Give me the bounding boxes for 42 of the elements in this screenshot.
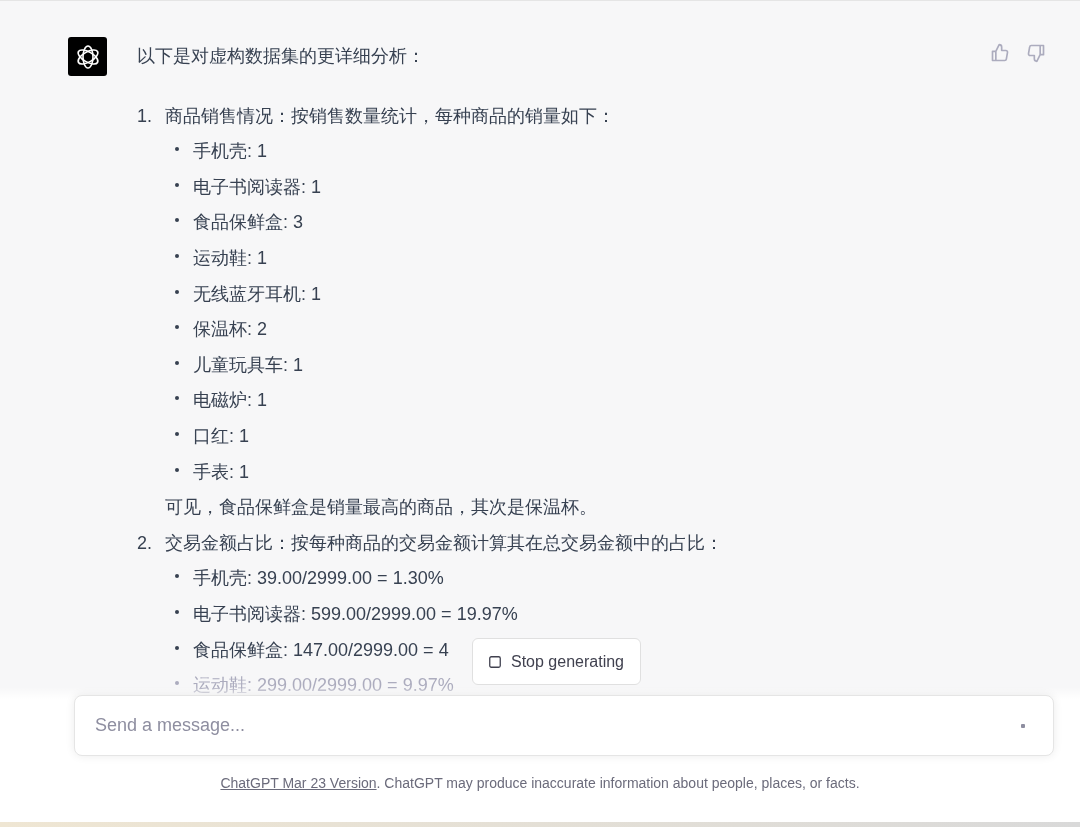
list-item: 手机壳: 39.00/2999.00 = 1.30% xyxy=(193,567,444,591)
list-item: 无线蓝牙耳机: 1 xyxy=(193,282,321,306)
bullet-icon xyxy=(175,325,179,330)
bullet-icon xyxy=(175,681,179,686)
bullet-icon xyxy=(175,218,179,223)
list-item: 手机壳: 1 xyxy=(193,140,267,164)
list-item: 运动鞋: 299.00/2999.00 = 9.97% xyxy=(193,674,454,698)
thumbs-up-icon[interactable] xyxy=(990,43,1010,63)
list-item: 电磁炉: 1 xyxy=(193,389,267,413)
bullet-icon xyxy=(175,360,179,365)
bullet-icon xyxy=(175,467,179,472)
bullet-icon xyxy=(175,609,179,614)
bullet-icon xyxy=(175,182,179,187)
section-heading: 交易金额占比：按每种商品的交易金额计算其在总交易金额中的占比： xyxy=(165,531,723,555)
bullet-icon xyxy=(175,574,179,579)
bullet-icon xyxy=(175,396,179,401)
list-item: 电子书阅读器: 599.00/2999.00 = 19.97% xyxy=(193,602,518,626)
thumbs-down-icon[interactable] xyxy=(1026,43,1046,63)
square-icon xyxy=(489,655,501,668)
list-number: 2. xyxy=(137,531,153,555)
section-heading: 商品销售情况：按销售数量统计，每种商品的销量如下： xyxy=(165,104,615,128)
list-item: 口红: 1 xyxy=(193,424,249,448)
disclaimer-text: ChatGPT Mar 23 Version. ChatGPT may produce inaccurate information about people, places, or facts. xyxy=(219,775,861,791)
bullet-icon xyxy=(175,147,179,152)
bullet-icon xyxy=(175,645,179,650)
bullet-icon xyxy=(175,253,179,258)
list-item: 食品保鲜盒: 3 xyxy=(193,211,303,235)
bullet-icon xyxy=(175,431,179,436)
version-link[interactable]: ChatGPT Mar 23 Version xyxy=(220,775,377,791)
message-intro: 以下是对虚构数据集的更详细分析： xyxy=(137,45,426,68)
message-input[interactable]: Send a message... xyxy=(74,695,1054,756)
send-icon[interactable] xyxy=(1021,724,1025,728)
list-item: 电子书阅读器: 1 xyxy=(193,175,321,199)
list-item: 食品保鲜盒: 147.00/2999.00 = 4 xyxy=(193,638,449,662)
section-note: 可见，食品保鲜盒是销量最高的商品，其次是保温杯。 xyxy=(165,496,598,520)
list-item: 手表: 1 xyxy=(193,460,249,484)
stop-generating-button[interactable]: Stop generating xyxy=(472,638,641,685)
list-item: 运动鞋: 1 xyxy=(193,246,267,270)
list-item: 保温杯: 2 xyxy=(193,318,267,342)
list-item: 儿童玩具车: 1 xyxy=(193,353,303,377)
list-number: 1. xyxy=(137,104,153,128)
bullet-icon xyxy=(175,289,179,294)
